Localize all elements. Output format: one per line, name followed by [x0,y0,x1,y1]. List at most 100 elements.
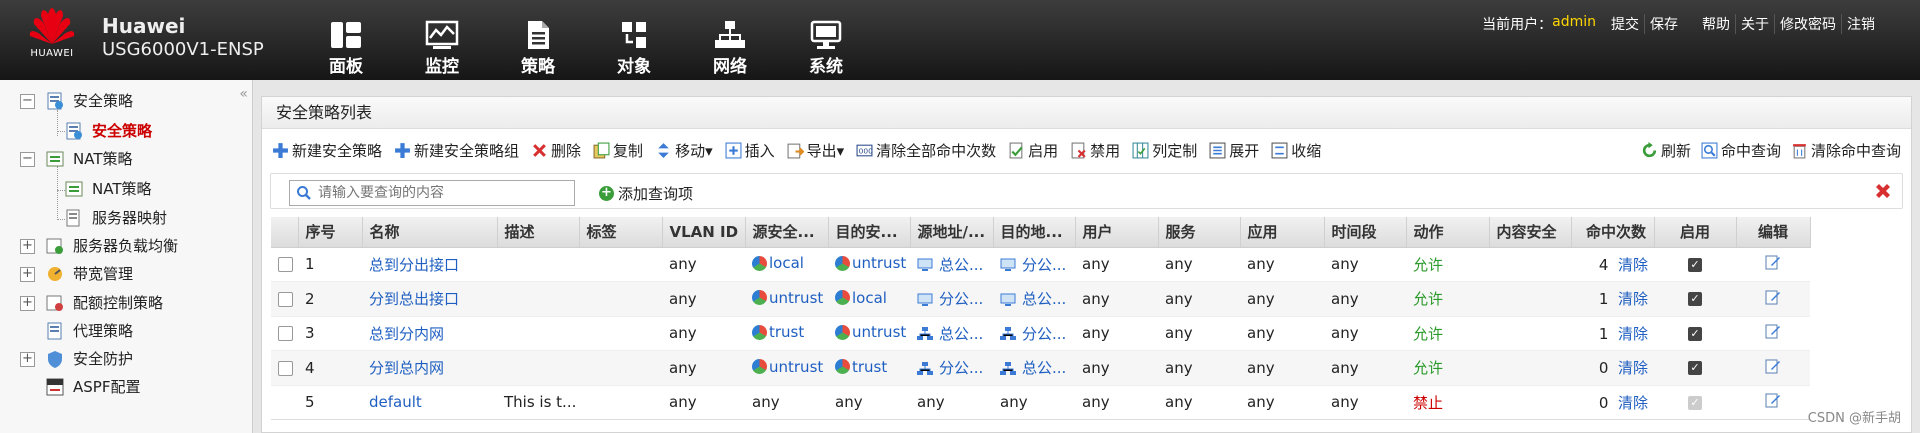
change-password-link[interactable]: 修改密码 [1774,14,1841,34]
collapse-all-button[interactable]: 收缩 [1271,140,1321,161]
delete-button[interactable]: 删除 [531,140,581,161]
sidebar-group-server-load-balance[interactable]: + 服务器负载均衡 [20,233,178,259]
edit-icon[interactable] [1765,392,1781,408]
clear-hits-link[interactable]: 清除 [1618,325,1648,343]
col-header-dst-zone[interactable]: 目的安... [828,217,911,248]
col-header-vlan[interactable]: VLAN ID [662,217,746,248]
disable-button[interactable]: 禁用 [1070,140,1120,161]
save-link[interactable]: 保存 [1644,14,1683,34]
dst-zone-link[interactable]: untrust [835,254,906,272]
sidebar-group-security-protection[interactable]: + 安全防护 [20,346,133,372]
collapse-toggle-icon[interactable]: − [20,93,35,109]
nav-system[interactable]: 系统 [778,16,874,77]
col-header-app[interactable]: 应用 [1240,217,1325,248]
submit-link[interactable]: 提交 [1606,14,1644,34]
src-addr-link[interactable]: 分公... [939,359,983,377]
policy-name-link[interactable]: 分到总内网 [369,359,444,377]
src-zone-link[interactable]: local [752,254,804,272]
col-header-content-security[interactable]: 内容安全 [1489,217,1572,248]
clear-hit-query-button[interactable]: 清除命中查询 [1791,140,1901,161]
row-checkbox[interactable] [278,360,293,376]
src-addr-link[interactable]: 总公... [939,256,983,274]
dst-zone-link[interactable]: untrust [835,323,906,341]
clear-all-hits-button[interactable]: 000 清除全部命中次数 [856,140,996,161]
col-header-action[interactable]: 动作 [1406,217,1490,248]
policy-name-link[interactable]: default [369,393,422,411]
sidebar-item-nat-policy[interactable]: NAT策略 [64,176,151,202]
collapse-toggle-icon[interactable]: − [20,151,35,167]
clear-hits-link[interactable]: 清除 [1618,256,1648,274]
policy-name-link[interactable]: 总到分内网 [369,325,444,343]
col-header-src-zone[interactable]: 源安全... [745,217,829,248]
policy-name-link[interactable]: 总到分出接口 [369,256,459,274]
dst-addr-link[interactable]: 分公... [1022,325,1066,343]
col-header-desc[interactable]: 描述 [497,217,580,248]
edit-icon[interactable] [1765,358,1781,374]
col-header-service[interactable]: 服务 [1158,217,1241,248]
sidebar-group-bandwidth[interactable]: + 带宽管理 [20,261,133,287]
src-zone-link[interactable]: trust [752,323,804,341]
col-header-src-addr[interactable]: 源地址/... [910,217,994,248]
add-query-item-button[interactable]: + 添加查询项 [599,183,693,204]
hit-query-button[interactable]: 命中查询 [1701,140,1781,161]
col-header-dst-addr[interactable]: 目的地... [993,217,1076,248]
policy-name-link[interactable]: 分到总出接口 [369,290,459,308]
sidebar-group-quota-control[interactable]: + 配额控制策略 [20,290,163,316]
expand-all-button[interactable]: 展开 [1209,140,1259,161]
new-policy-button[interactable]: 新建安全策略 [272,140,382,161]
col-header-enabled[interactable]: 启用 [1654,217,1737,248]
nav-dashboard[interactable]: 面板 [298,16,394,77]
sidebar-item-proxy-policy[interactable]: 代理策略 [45,318,133,344]
nav-network[interactable]: 网络 [682,16,778,77]
collapse-sidebar-button[interactable]: « [239,86,248,102]
enabled-checkbox[interactable]: ✓ [1688,292,1702,307]
edit-icon[interactable] [1765,289,1781,305]
src-zone-link[interactable]: untrust [752,289,823,307]
nav-monitor[interactable]: 监控 [394,16,490,77]
customize-columns-button[interactable]: 列定制 [1132,140,1197,161]
src-addr-link[interactable]: 总公... [939,325,983,343]
enabled-checkbox[interactable]: ✓ [1688,257,1702,272]
sidebar-group-nat-policy[interactable]: − NAT策略 [20,146,132,172]
close-search-icon[interactable] [1874,182,1892,200]
src-addr-link[interactable]: 分公... [939,290,983,308]
col-header-time[interactable]: 时间段 [1324,217,1407,248]
dst-addr-link[interactable]: 总公... [1022,290,1066,308]
expand-toggle-icon[interactable]: + [20,266,35,282]
search-box[interactable] [289,180,575,206]
enable-button[interactable]: 启用 [1008,140,1058,161]
sidebar-item-security-policy[interactable]: 安全策略 [64,118,152,144]
row-checkbox[interactable] [278,326,293,342]
src-zone-link[interactable]: untrust [752,358,823,376]
dst-zone-link[interactable]: trust [835,358,887,376]
col-header-seq[interactable]: 序号 [298,217,363,248]
search-input[interactable] [318,185,558,201]
col-header-user[interactable]: 用户 [1075,217,1159,248]
insert-button[interactable]: 插入 [725,140,775,161]
nav-objects[interactable]: 对象 [586,16,682,77]
logout-link[interactable]: 注销 [1841,14,1880,34]
col-header-name[interactable]: 名称 [362,217,498,248]
copy-button[interactable]: 复制 [593,140,643,161]
col-header-hits[interactable]: 命中次数 [1571,217,1655,248]
dst-addr-link[interactable]: 分公... [1022,256,1066,274]
edit-icon[interactable] [1765,323,1781,339]
enabled-checkbox[interactable]: ✓ [1688,326,1702,341]
sidebar-item-server-mapping[interactable]: 服务器映射 [64,205,167,231]
expand-toggle-icon[interactable]: + [20,351,35,367]
edit-icon[interactable] [1765,254,1781,270]
expand-toggle-icon[interactable]: + [20,238,35,254]
row-checkbox[interactable] [278,257,293,273]
sidebar-group-security-policy[interactable]: − 安全策略 [20,88,133,114]
about-link[interactable]: 关于 [1735,14,1774,34]
enabled-checkbox[interactable]: ✓ [1688,361,1702,376]
expand-toggle-icon[interactable]: + [20,295,35,311]
refresh-button[interactable]: 刷新 [1641,140,1691,161]
help-link[interactable]: 帮助 [1697,14,1735,34]
nav-policy[interactable]: 策略 [490,16,586,77]
row-checkbox[interactable] [278,291,293,307]
col-header-tag[interactable]: 标签 [579,217,663,248]
clear-hits-link[interactable]: 清除 [1618,359,1648,377]
clear-hits-link[interactable]: 清除 [1618,394,1648,412]
clear-hits-link[interactable]: 清除 [1618,290,1648,308]
